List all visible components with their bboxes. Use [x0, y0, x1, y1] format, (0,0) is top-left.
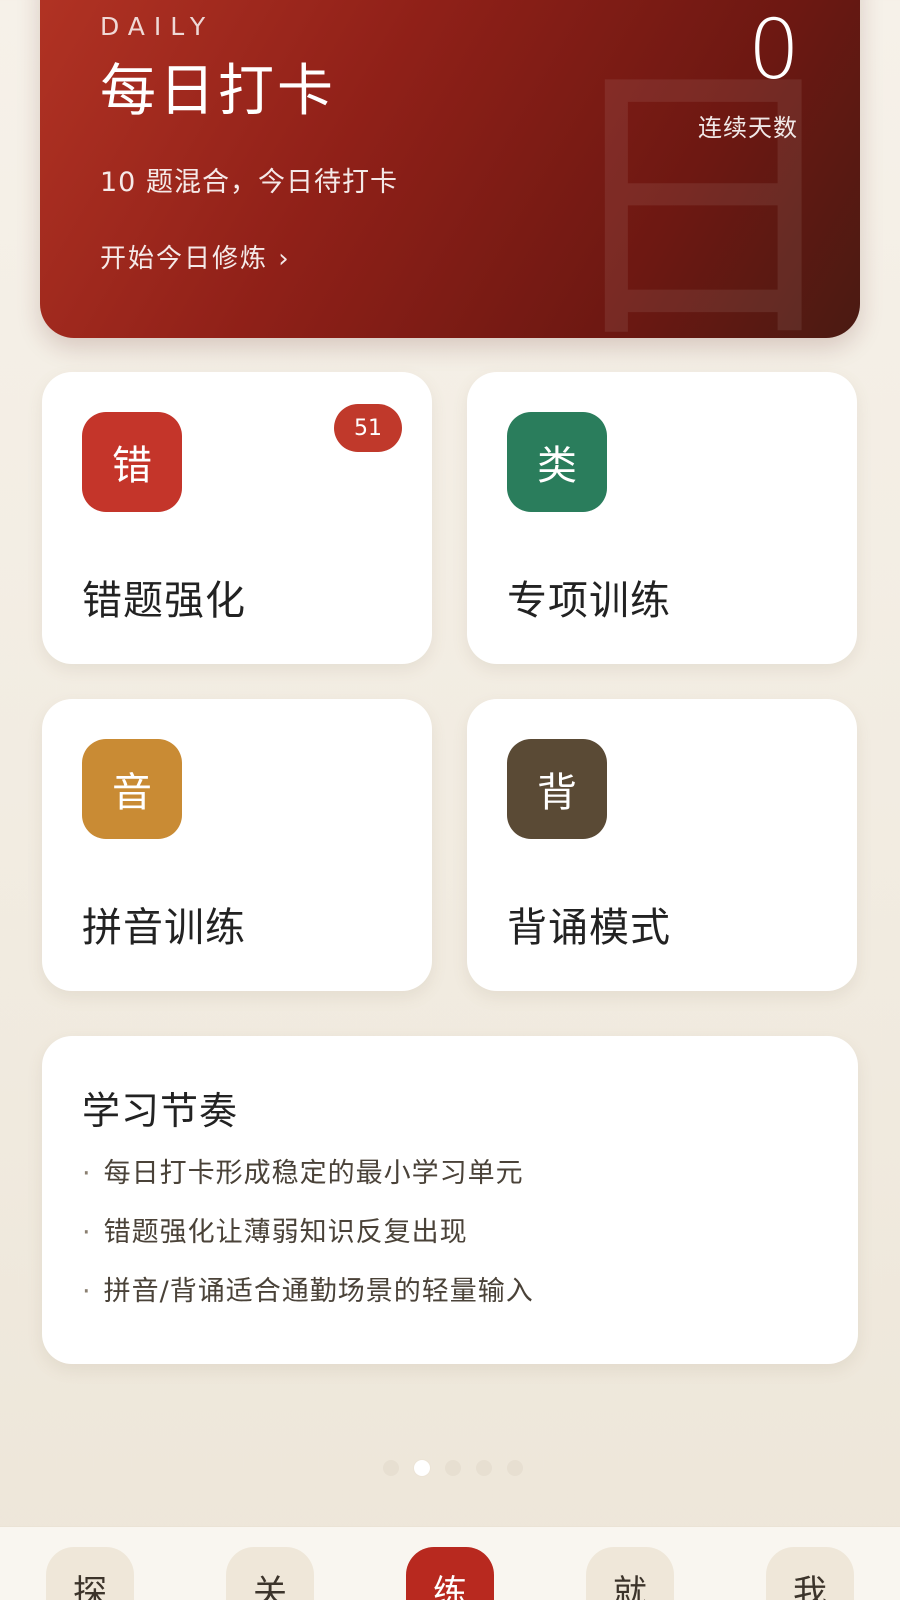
category-icon: 类 — [507, 412, 607, 512]
streak-count: 0 — [747, 3, 800, 98]
pinyin-icon: 音 — [82, 739, 182, 839]
nav-explore[interactable]: 探 — [46, 1547, 134, 1600]
nav-achievements[interactable]: 就 — [586, 1547, 674, 1600]
wrong-count-badge: 51 — [334, 404, 402, 452]
hero-eyebrow: DAILY — [100, 12, 215, 41]
tile-topic-training[interactable]: 类 专项训练 — [467, 372, 857, 664]
page-dot[interactable] — [476, 1460, 492, 1476]
list-item: · 拼音/背诵适合通勤场景的轻量输入 — [82, 1276, 534, 1307]
rhythm-title: 学习节奏 — [82, 1089, 239, 1133]
tile-recitation-mode[interactable]: 背 背诵模式 — [467, 699, 857, 991]
tile-pinyin-training[interactable]: 音 拼音训练 — [42, 699, 432, 991]
list-item: · 错题强化让薄弱知识反复出现 — [82, 1217, 468, 1248]
nav-me[interactable]: 我 — [766, 1547, 854, 1600]
tile-label: 专项训练 — [507, 578, 671, 624]
nav-practice[interactable]: 练 — [406, 1547, 494, 1600]
page-dot[interactable] — [507, 1460, 523, 1476]
tile-label: 错题强化 — [82, 578, 246, 624]
wrong-questions-icon: 错 — [82, 412, 182, 512]
hero-subtitle: 10 题混合，今日待打卡 — [100, 167, 398, 198]
list-item: · 每日打卡形成稳定的最小学习单元 — [82, 1158, 524, 1189]
tile-wrong-questions[interactable]: 错 51 错题强化 — [42, 372, 432, 664]
page-dot[interactable] — [445, 1460, 461, 1476]
tile-label: 背诵模式 — [507, 905, 671, 951]
recitation-icon: 背 — [507, 739, 607, 839]
learning-rhythm-card: 学习节奏 · 每日打卡形成稳定的最小学习单元 · 错题强化让薄弱知识反复出现 · 拼音… — [42, 1036, 858, 1364]
daily-checkin-card[interactable]: 日 DAILY 每日打卡 10 题混合，今日待打卡 开始今日修炼 › 0 连续天… — [40, 0, 860, 338]
page-dot[interactable] — [383, 1460, 399, 1476]
start-practice-link[interactable]: 开始今日修炼 › — [100, 238, 291, 275]
bottom-nav: 探 关 练 就 我 — [0, 1526, 900, 1600]
hero-watermark: 日 — [552, 33, 852, 339]
streak-label: 连续天数 — [698, 114, 798, 142]
tile-label: 拼音训练 — [82, 905, 246, 951]
nav-levels[interactable]: 关 — [226, 1547, 314, 1600]
rhythm-list: · 每日打卡形成稳定的最小学习单元 · 错题强化让薄弱知识反复出现 · 拼音/背诵适合… — [82, 1154, 534, 1331]
hero-title: 每日打卡 — [100, 59, 336, 124]
page-dot-active[interactable] — [414, 1460, 430, 1476]
page-indicator[interactable] — [383, 1460, 523, 1476]
